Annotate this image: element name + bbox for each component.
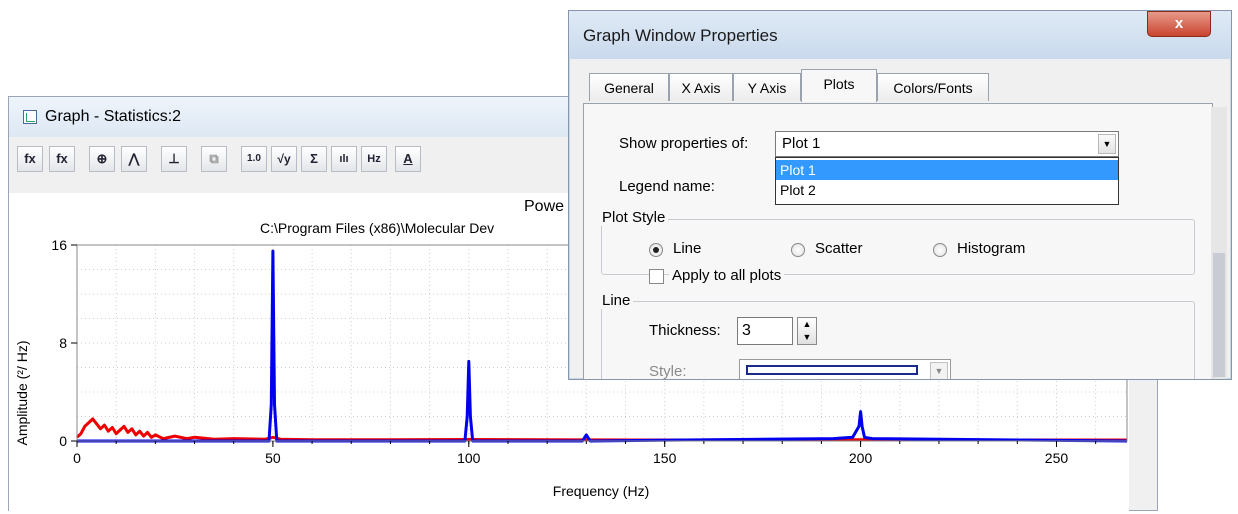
tab-y-axis[interactable]: Y Axis [733, 73, 801, 101]
graph-window-icon [23, 110, 37, 124]
fx-icon[interactable]: fx [17, 146, 43, 172]
thickness-input[interactable]: 3 [737, 317, 793, 345]
scale-1-0-icon[interactable]: 1.0 [241, 146, 267, 172]
x-tick-label: 150 [653, 450, 677, 466]
radio-histogram[interactable] [933, 243, 947, 257]
x-tick-label: 100 [457, 450, 481, 466]
line-style-select[interactable]: ▼ [739, 359, 951, 379]
x-tick-label: 50 [265, 450, 281, 466]
hz-icon[interactable]: Hz [361, 146, 387, 172]
tab-x-axis[interactable]: X Axis [669, 73, 733, 101]
sigma-icon[interactable]: Σ [301, 146, 327, 172]
show-properties-select[interactable]: Plot 1 ▼ [775, 131, 1119, 157]
histogram-icon[interactable]: ılı [331, 146, 357, 172]
x-tick-label: 0 [73, 450, 81, 466]
thickness-label: Thickness: [649, 322, 721, 339]
radio-scatter[interactable] [791, 243, 805, 257]
apply-all-label: Apply to all plots [669, 267, 785, 284]
y-axis-label: Amplitude (²/ Hz) [14, 340, 30, 445]
plot-subtitle: C:\Program Files (x86)\Molecular Dev [260, 220, 494, 236]
radio-line[interactable] [649, 243, 663, 257]
thickness-spinner-icon[interactable]: ▲ ▼ [797, 317, 817, 345]
plot-style-legend: Plot Style [599, 209, 669, 226]
legend-name-label: Legend name: [619, 178, 715, 195]
tab-general[interactable]: General [589, 73, 669, 101]
zoom-in-icon[interactable]: ⊕ [89, 146, 115, 172]
radio-histogram-label: Histogram [957, 240, 1026, 257]
scrollbar-thumb[interactable] [1213, 253, 1225, 377]
style-label: Style: [649, 363, 687, 380]
line-style-swatch [746, 365, 918, 375]
tab-colors-fonts[interactable]: Colors/Fonts [877, 73, 989, 101]
line-legend: Line [599, 292, 634, 309]
series-line-2 [75, 417, 1127, 442]
chevron-down-icon[interactable]: ▼ [930, 362, 948, 379]
copy-icon[interactable]: ⧉ [201, 146, 227, 172]
radio-line-label: Line [673, 240, 702, 257]
show-properties-label: Show properties of: [619, 135, 749, 152]
apply-all-checkbox[interactable] [649, 269, 664, 284]
y-tick-label: 0 [59, 433, 67, 449]
y-tick-label: 8 [59, 335, 67, 351]
show-properties-value: Plot 1 [782, 135, 821, 152]
formula-sheet-icon[interactable]: fx [49, 146, 75, 172]
sqrt-y-icon[interactable]: √y [271, 146, 297, 172]
text-icon[interactable]: A [395, 146, 421, 172]
plot-dropdown-list: Plot 1 Plot 2 [775, 157, 1119, 205]
plot-title: Powe [524, 198, 564, 215]
y-tick-label: 16 [51, 237, 67, 253]
graph-window-title: Graph - Statistics:2 [45, 108, 182, 125]
x-tick-label: 250 [1045, 450, 1069, 466]
close-button[interactable]: x [1147, 11, 1211, 37]
radio-scatter-label: Scatter [815, 240, 863, 257]
chevron-down-icon[interactable]: ▼ [1098, 134, 1116, 154]
x-axis-label: Frequency (Hz) [553, 483, 649, 499]
autoscale-icon[interactable]: ⋀ [121, 146, 147, 172]
dialog-scrollbar[interactable] [1211, 107, 1227, 379]
x-tick-label: 200 [849, 450, 873, 466]
dropdown-option-plot-2[interactable]: Plot 2 [776, 180, 1118, 200]
graph-window-properties-dialog: Graph Window Properties x General X Axis… [568, 10, 1232, 380]
dialog-titlebar[interactable]: Graph Window Properties x [569, 11, 1231, 59]
axis-icon[interactable]: ⊥ [161, 146, 187, 172]
tab-plots[interactable]: Plots [801, 69, 877, 102]
dropdown-option-plot-1[interactable]: Plot 1 [776, 160, 1118, 180]
dialog-title: Graph Window Properties [583, 26, 778, 45]
